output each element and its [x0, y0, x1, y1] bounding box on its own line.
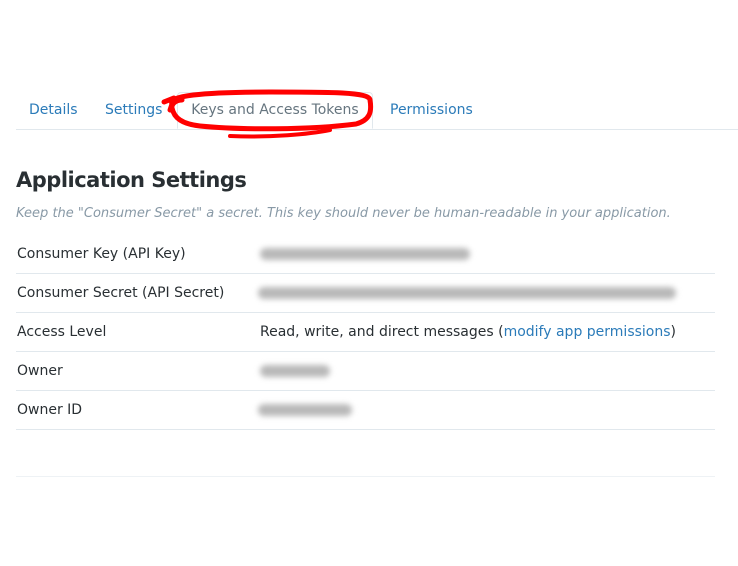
access-level-value: Read, write, and direct messages (modify…: [260, 313, 676, 351]
consumer-key-label: Consumer Key (API Key): [17, 246, 186, 262]
owner-id-redacted-value: [258, 404, 352, 416]
consumer-secret-label: Consumer Secret (API Secret): [17, 285, 225, 301]
settings-table: Consumer Key (API Key) Consumer Secret (…: [16, 235, 715, 430]
tab-settings[interactable]: Settings: [105, 92, 162, 129]
table-row: Consumer Key (API Key): [16, 235, 715, 274]
app-settings-page: Details Settings Keys and Access Tokens …: [0, 0, 738, 566]
table-row: Owner: [16, 352, 715, 391]
table-row: Consumer Secret (API Secret): [16, 274, 715, 313]
access-level-close-paren: ): [670, 324, 676, 340]
consumer-key-redacted-value: [260, 248, 470, 260]
table-row: Access Level Read, write, and direct mes…: [16, 313, 715, 352]
owner-label: Owner: [17, 363, 63, 379]
owner-id-label: Owner ID: [17, 402, 83, 418]
secret-warning-note: Keep the "Consumer Secret" a secret. Thi…: [16, 206, 671, 221]
tab-permissions[interactable]: Permissions: [390, 92, 473, 129]
section-title: Application Settings: [16, 168, 247, 192]
tab-bar: Details Settings Keys and Access Tokens …: [16, 92, 738, 130]
table-row: Owner ID: [16, 391, 715, 430]
tab-keys-and-access-tokens[interactable]: Keys and Access Tokens: [177, 92, 373, 129]
divider: [16, 476, 715, 477]
tab-details[interactable]: Details: [29, 92, 78, 129]
consumer-secret-redacted-value: [258, 287, 676, 299]
access-level-label: Access Level: [17, 324, 107, 340]
owner-redacted-value: [260, 365, 330, 377]
access-level-text: Read, write, and direct messages (: [260, 324, 504, 340]
modify-app-permissions-link[interactable]: modify app permissions: [504, 324, 671, 340]
